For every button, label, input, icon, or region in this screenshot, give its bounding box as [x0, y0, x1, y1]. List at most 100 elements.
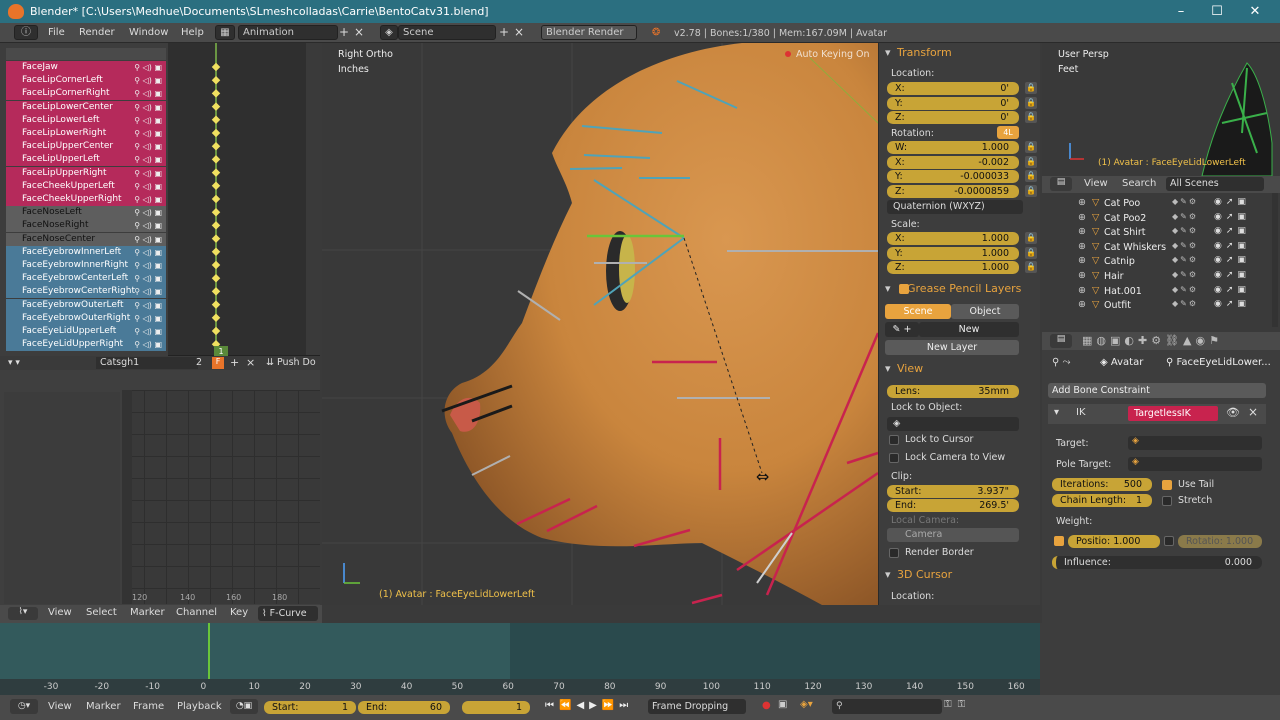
channel-toggle-icons[interactable]: ⚲ ◁) ▣ — [134, 87, 162, 100]
expand-icon[interactable]: ⊕ — [1078, 241, 1086, 252]
target-field[interactable]: ◈ — [1128, 436, 1262, 450]
dopesheet-channel[interactable]: FaceEyebrowOuterRight ⚲ ◁) ▣ — [6, 311, 166, 325]
dopesheet-channel[interactable]: FaceNoseCenter ⚲ ◁) ▣ — [6, 232, 166, 246]
rotation-field[interactable]: Y: -0.000033 — [887, 170, 1019, 184]
dopesheet-channel[interactable]: FaceEyebrowInnerLeft ⚲ ◁) ▣ — [6, 245, 166, 259]
lock-icon[interactable]: 🔒 — [1025, 246, 1037, 259]
visibility-icon[interactable]: 👁 — [1226, 406, 1240, 419]
timeline-menu-playback[interactable]: Playback — [177, 701, 222, 712]
close-window-button[interactable]: ✕ — [1244, 3, 1266, 20]
channel-toggle-icons[interactable]: ⚲ ◁) ▣ — [134, 127, 162, 140]
visibility-toggles[interactable]: ◉➚▣ — [1214, 212, 1250, 222]
channel-toggle-icons[interactable]: ⚲ ◁) ▣ — [134, 114, 162, 127]
expand-icon[interactable]: ⊕ — [1078, 255, 1086, 266]
rotation-lock-badge[interactable]: 4L — [997, 126, 1019, 139]
keyframe[interactable] — [211, 287, 221, 296]
dopesheet-channel[interactable]: FaceCheekUpperLeft ⚲ ◁) ▣ — [6, 179, 166, 193]
channel-toggle-icons[interactable]: ⚲ ◁) ▣ — [134, 140, 162, 153]
mini-3d-viewport[interactable]: User Persp Feet (1) Avatar : FaceEyeLidL… — [1042, 43, 1280, 176]
position-weight-field[interactable]: Positio: 1.000 — [1068, 535, 1160, 548]
lock-object-field[interactable]: ◈ — [887, 417, 1019, 431]
render-border-checkbox[interactable] — [889, 548, 899, 558]
expand-icon[interactable]: ⊕ — [1078, 285, 1086, 296]
keyframe[interactable] — [211, 300, 221, 309]
lock-cursor-checkbox[interactable] — [889, 435, 899, 445]
channel-toggle-icons[interactable]: ⚲ ◁) ▣ — [134, 193, 162, 206]
menu-window[interactable]: Window — [129, 27, 168, 38]
keyframe[interactable] — [211, 260, 221, 270]
pencil-icon[interactable]: ✎ + — [885, 322, 919, 337]
dopesheet-channel[interactable]: FaceCheekUpperRight ⚲ ◁) ▣ — [6, 193, 166, 206]
record-button[interactable]: ● — [762, 700, 771, 711]
editor-type-icon[interactable]: ⌇▾ — [8, 607, 38, 620]
screen-layout-icon[interactable]: ▦ — [215, 25, 235, 40]
rotation-field[interactable]: Z: -0.0000859 — [887, 184, 1019, 198]
maximize-button[interactable]: ☐ — [1206, 3, 1228, 20]
clip-start-field[interactable]: Start: 3.937" — [887, 485, 1019, 498]
remove-scene-button[interactable]: × — [512, 25, 526, 40]
dopesheet-channel[interactable]: FaceLipUpperRight ⚲ ◁) ▣ — [6, 166, 166, 180]
rotation-weight-checkbox[interactable] — [1164, 536, 1174, 546]
action-name-field[interactable]: Catsgh1 — [96, 357, 198, 369]
dopesheet-channel[interactable]: FaceEyeLidUpperLeft ⚲ ◁) ▣ — [6, 325, 166, 338]
channel-toggle-icons[interactable]: ⚲ ◁) ▣ — [134, 219, 162, 232]
modifier-icons[interactable]: ◆✎⚙ — [1172, 270, 1198, 279]
scale-field[interactable]: X: 1.000 — [887, 232, 1019, 245]
keyframe[interactable] — [211, 141, 221, 151]
location-field[interactable]: Z: 0' — [887, 111, 1019, 124]
channel-toggle-icons[interactable]: ⚲ ◁) ▣ — [134, 74, 162, 87]
visibility-toggles[interactable]: ◉➚▣ — [1214, 255, 1250, 265]
outliner-item[interactable]: ⊕ ▽ Outfit ◆✎⚙ ◉➚▣ — [1042, 299, 1274, 313]
property-context-tabs[interactable]: ▦◍▣◐✚⚙⛓▲◉⚑ — [1082, 334, 1223, 347]
viewport-canvas[interactable] — [322, 43, 878, 605]
visibility-toggles[interactable]: ◉➚▣ — [1214, 270, 1250, 280]
channel-toggle-icons[interactable]: ⚲ ◁) ▣ — [134, 285, 162, 298]
push-down-button[interactable]: ⇊ Push Do — [266, 357, 316, 368]
add-scene-button[interactable]: + — [497, 25, 511, 40]
remove-screen-button[interactable]: × — [352, 25, 366, 40]
visibility-toggles[interactable]: ◉➚▣ — [1214, 241, 1250, 251]
expand-icon[interactable]: ⊕ — [1078, 197, 1086, 208]
channel-toggle-icons[interactable]: ⚲ ◁) ▣ — [134, 338, 162, 351]
local-camera-field[interactable]: Camera — [887, 528, 1019, 542]
outliner-item[interactable]: ⊕ ▽ Cat Poo2 ◆✎⚙ ◉➚▣ — [1042, 212, 1274, 226]
channel-toggle-icons[interactable]: ⚲ ◁) ▣ — [134, 180, 162, 193]
clip-end-field[interactable]: End: 269.5' — [887, 499, 1019, 512]
preview-range-button[interactable]: ◔▣ — [230, 699, 258, 714]
channel-toggle-icons[interactable]: ⚲ ◁) ▣ — [134, 233, 162, 246]
menu-help[interactable]: Help — [181, 27, 204, 38]
dopesheet-channel[interactable]: FaceEyebrowInnerRight ⚲ ◁) ▣ — [6, 259, 166, 272]
outliner-scrollbar[interactable] — [1272, 193, 1278, 327]
dopesheet-channel[interactable]: FaceEyebrowOuterLeft ⚲ ◁) ▣ — [6, 298, 166, 312]
timeline-menu-frame[interactable]: Frame — [133, 701, 164, 712]
expand-icon[interactable]: ⊕ — [1078, 270, 1086, 281]
new-action-button[interactable]: + — [230, 356, 239, 369]
screen-layout-select[interactable]: Animation — [238, 25, 338, 40]
outliner-item[interactable]: ⊕ ▽ Cat Shirt ◆✎⚙ ◉➚▣ — [1042, 226, 1274, 240]
menu-render[interactable]: Render — [79, 27, 115, 38]
rotation-field[interactable]: W: 1.000 — [887, 141, 1019, 154]
outliner-item[interactable]: ⊕ ▽ Hair ◆✎⚙ ◉➚▣ — [1042, 270, 1274, 284]
dopesheet-channel[interactable]: FaceEyebrowCenterRight ⚲ ◁) ▣ — [6, 285, 166, 299]
keyframe[interactable] — [211, 102, 221, 111]
tab-grease-object[interactable]: Object — [951, 304, 1019, 319]
graph-grid[interactable]: 120 140 160 180 — [122, 390, 320, 604]
sync-mode-select[interactable]: Frame Dropping — [648, 699, 746, 714]
unlink-action-button[interactable]: × — [246, 356, 255, 369]
menu-marker[interactable]: Marker — [130, 607, 165, 618]
timeline-menu-marker[interactable]: Marker — [86, 701, 121, 712]
dopesheet-channel[interactable]: FaceJaw ⚲ ◁) ▣ — [6, 61, 166, 74]
outliner-filter-select[interactable]: All Scenes — [1166, 177, 1264, 191]
keyframe[interactable] — [211, 115, 221, 125]
expand-icon[interactable]: ⊕ — [1078, 226, 1086, 237]
position-weight-checkbox[interactable] — [1054, 536, 1064, 546]
keyframe[interactable] — [211, 168, 221, 177]
visibility-toggles[interactable]: ◉➚▣ — [1214, 285, 1250, 295]
iterations-field[interactable]: Iterations: 500 — [1052, 478, 1152, 491]
modifier-icons[interactable]: ◆✎⚙ — [1172, 197, 1198, 206]
timeline-menu-view[interactable]: View — [48, 701, 72, 712]
channel-toggle-icons[interactable]: ⚲ ◁) ▣ — [134, 101, 162, 114]
lock-icon[interactable]: 🔒 — [1025, 155, 1037, 168]
keyframe[interactable] — [211, 194, 221, 204]
view-panel-header[interactable]: View — [883, 360, 1035, 378]
